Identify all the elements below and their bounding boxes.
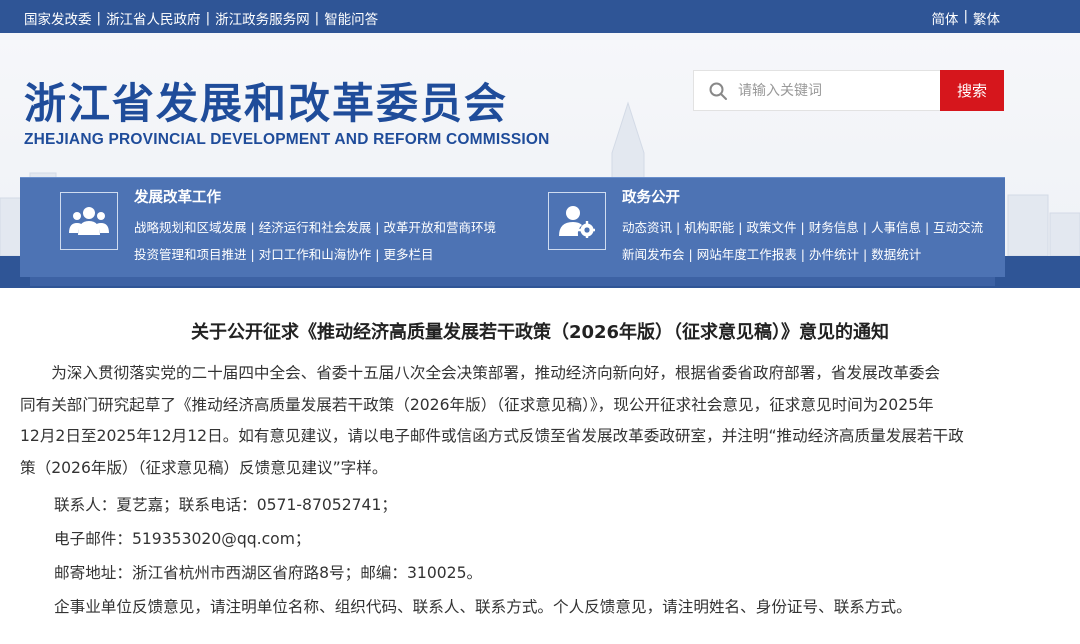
nav-link-policy-docs[interactable]: 政策文件 [746, 214, 796, 241]
nav-link-data-stats[interactable]: 数据统计 [871, 241, 921, 268]
nav-link-interaction[interactable]: 互动交流 [933, 214, 983, 241]
nav-link-annual-report[interactable]: 网站年度工作报表 [697, 241, 797, 268]
nav-link-finance[interactable]: 财务信息 [809, 214, 859, 241]
top-link-zj-service[interactable]: 浙江政务服务网 [215, 8, 310, 28]
nav-group-links: 战略规划和区域发展 | 经济运行和社会发展 | 改革开放和营商环境 投资管理和项… [134, 214, 496, 268]
nav-link-economy[interactable]: 经济运行和社会发展 [259, 214, 372, 241]
nav-link-cooperation[interactable]: 对口工作和山海协作 [259, 241, 372, 268]
lang-simplified[interactable]: 简体 [931, 8, 958, 28]
nav-link-case-stats[interactable]: 办件统计 [809, 241, 859, 268]
article: 关于公开征求《推动经济高质量发展若干政策（2026年版）（征求意见稿）》意见的通… [0, 288, 1080, 644]
top-link-smart-qa[interactable]: 智能问答 [324, 8, 378, 28]
separator: | [963, 8, 968, 24]
nav-links-row: 动态资讯 | 机构职能 | 政策文件 | 财务信息 | 人事信息 | 互动交流 [622, 214, 983, 241]
nav-panel-shadow [30, 277, 995, 286]
separator: | [862, 220, 867, 235]
nav-links-row: 投资管理和项目推进 | 对口工作和山海协作 | 更多栏目 [134, 241, 496, 268]
nav-links-row: 新闻发布会 | 网站年度工作报表 | 办件统计 | 数据统计 [622, 241, 983, 268]
site-title-en: ZHEJIANG PROVINCIAL DEVELOPMENT AND REFO… [24, 131, 550, 148]
top-links: 国家发改委 | 浙江省人民政府 | 浙江政务服务网 | 智能问答 [24, 8, 378, 28]
nav-link-press[interactable]: 新闻发布会 [622, 241, 685, 268]
paragraph-line: 12月2日至2025年12月12日。如有意见建议，请以电子邮件或信函方式反馈至省… [20, 427, 964, 445]
article-title: 关于公开征求《推动经济高质量发展若干政策（2026年版）（征求意见稿）》意见的通… [190, 322, 890, 343]
separator: | [676, 220, 681, 235]
search-button[interactable]: 搜索 [940, 70, 1004, 111]
search-box: 搜索 [693, 70, 1004, 111]
feedback-note: 企事业单位反馈意见，请注明单位名称、组织代码、联系人、联系方式。个人反馈意见，请… [54, 598, 912, 616]
top-link-zj-gov[interactable]: 浙江省人民政府 [106, 8, 201, 28]
separator: | [250, 247, 255, 262]
separator: | [250, 220, 255, 235]
nav-link-investment[interactable]: 投资管理和项目推进 [134, 241, 247, 268]
address-line: 邮寄地址：浙江省杭州市西湖区省府路8号；邮编：310025。 [54, 564, 483, 582]
separator: | [924, 220, 930, 235]
separator: | [738, 220, 743, 235]
separator: | [96, 10, 102, 26]
nav-link-news[interactable]: 动态资讯 [622, 214, 672, 241]
lang-traditional[interactable]: 繁体 [973, 8, 1000, 28]
nav-group-links: 动态资讯 | 机构职能 | 政策文件 | 财务信息 | 人事信息 | 互动交流 … [622, 214, 983, 268]
site-header: 浙江省发展和改革委员会 ZHEJIANG PROVINCIAL DEVELOPM… [0, 33, 1080, 288]
separator: | [800, 247, 805, 262]
user-gear-icon [559, 206, 595, 238]
nav-group-title[interactable]: 发展改革工作 [134, 186, 221, 207]
separator: | [205, 10, 211, 26]
search-input[interactable] [738, 80, 928, 102]
top-bar: 国家发改委 | 浙江省人民政府 | 浙江政务服务网 | 智能问答 简体 | 繁体 [0, 0, 1080, 33]
email-line: 电子邮件：519353020@qq.com； [54, 530, 311, 548]
language-switch: 简体 | 繁体 [931, 8, 1000, 28]
paragraph-line: 同有关部门研究起草了《推动经济高质量发展若干政策（2026年版）（征求意见稿）》… [20, 395, 934, 414]
paragraph-line: 为深入贯彻落实党的二十届四中全会、省委十五届八次全会决策部署，推动经济向新向好，… [20, 364, 941, 382]
nav-group-icon-box[interactable] [60, 192, 118, 250]
contact-line: 联系人：夏艺嘉；联系电话：0571-87052741； [54, 496, 397, 514]
nav-links-row: 战略规划和区域发展 | 经济运行和社会发展 | 改革开放和营商环境 [134, 214, 496, 241]
nav-group-title[interactable]: 政务公开 [622, 186, 680, 207]
top-link-ndrc[interactable]: 国家发改委 [24, 8, 92, 28]
search-icon [709, 82, 727, 100]
paragraph-line: 策（2026年版）（征求意见稿）反馈意见建议”字样。 [20, 458, 388, 477]
separator: | [862, 247, 868, 262]
separator: | [688, 247, 693, 262]
nav-link-strategy[interactable]: 战略规划和区域发展 [134, 214, 247, 241]
nav-link-personnel[interactable]: 人事信息 [871, 214, 921, 241]
article-paragraph: 为深入贯彻落实党的二十届四中全会、省委十五届八次全会决策部署，推动经济向新向好，… [20, 358, 1010, 484]
nav-link-more[interactable]: 更多栏目 [383, 241, 433, 268]
separator: | [375, 220, 380, 235]
nav-group-icon-box[interactable] [548, 192, 606, 250]
people-group-icon [69, 207, 109, 235]
nav-panel: 发展改革工作 战略规划和区域发展 | 经济运行和社会发展 | 改革开放和营商环境… [20, 177, 1005, 286]
nav-link-functions[interactable]: 机构职能 [684, 214, 734, 241]
separator: | [800, 220, 805, 235]
separator: | [375, 247, 380, 262]
nav-link-reform[interactable]: 改革开放和营商环境 [383, 214, 496, 241]
separator: | [314, 10, 320, 26]
site-title[interactable]: 浙江省发展和改革委员会 [24, 70, 508, 131]
